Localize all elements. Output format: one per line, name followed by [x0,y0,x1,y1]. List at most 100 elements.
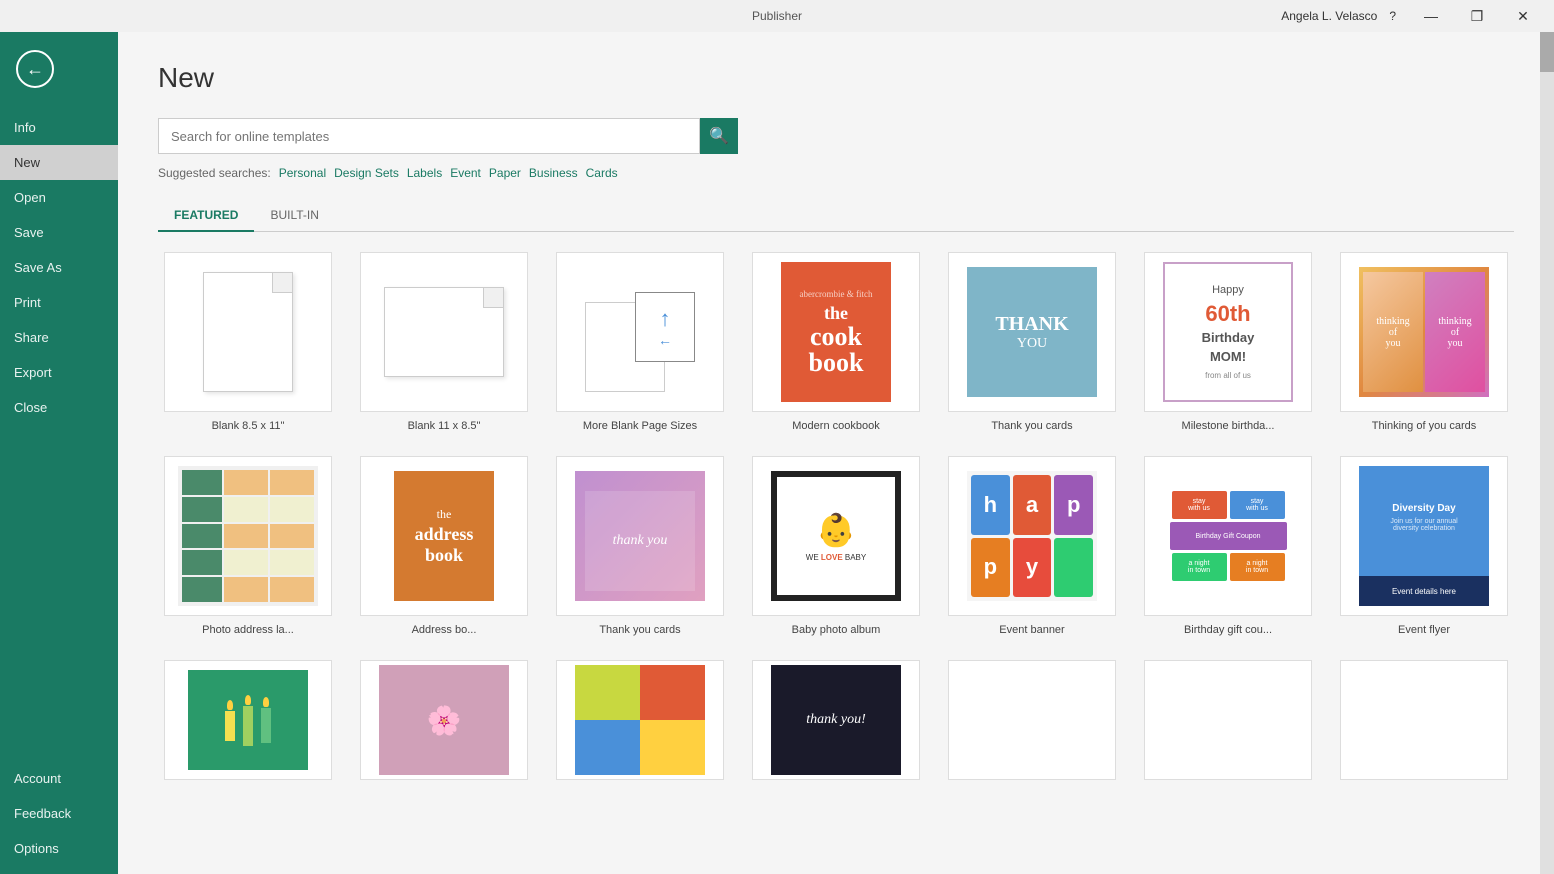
app-layout: ← Info New Open Save Save As Print Share [0,32,1554,874]
template-label-blank-landscape: Blank 11 x 8.5" [408,420,481,432]
suggested-labels[interactable]: Labels [407,166,442,180]
template-more-blank[interactable]: ↑ ← More Blank Page Sizes [550,252,730,432]
sidebar-item-open[interactable]: Open [0,180,118,215]
template-blank6[interactable] [1138,660,1318,788]
template-thumb-colorful [556,660,724,780]
tabs-container: FEATURED BUILT-IN [158,200,1514,232]
template-label-baby: Baby photo album [792,624,881,636]
template-event-banner[interactable]: h a p p y Event banner [942,456,1122,636]
template-thinking[interactable]: thinkingofyou thinkingofyou Thinking of … [1334,252,1514,432]
template-label-addrbook: Address bo... [412,624,477,636]
minimize-button[interactable]: — [1408,0,1454,32]
template-blank5[interactable] [942,660,1122,788]
search-container: 🔍 [158,118,738,154]
search-button[interactable]: 🔍 [700,118,738,154]
template-cookbook[interactable]: abercrombie & fitch the cook book Modern… [746,252,926,432]
restore-button[interactable]: ❐ [1454,0,1500,32]
titlebar-right: Angela L. Velasco ? — ❐ ✕ [1281,0,1546,32]
sidebar-item-save[interactable]: Save [0,215,118,250]
sidebar-item-options[interactable]: Options [0,831,118,866]
template-grid-row2: Photo address la... the address book Add… [158,456,1514,636]
template-thumb-blank5 [948,660,1116,780]
template-thankyou[interactable]: THANK YOU Thank you cards [942,252,1122,432]
suggested-cards[interactable]: Cards [586,166,618,180]
template-baby[interactable]: 👶 WE LOVE BABY Baby photo album [746,456,926,636]
template-label-event-banner: Event banner [999,624,1064,636]
template-thumb-blank7 [1340,660,1508,780]
template-gift[interactable]: staywith us staywith us Birthday Gift Co… [1138,456,1318,636]
template-dark-ty[interactable]: thank you! [746,660,926,788]
template-label-gift: Birthday gift cou... [1184,624,1272,636]
template-label-cookbook: Modern cookbook [792,420,879,432]
template-label-blank-portrait: Blank 8.5 x 11" [212,420,285,432]
template-milestone[interactable]: Happy 60th Birthday MOM! from all of us … [1138,252,1318,432]
suggested-personal[interactable]: Personal [279,166,326,180]
app-title: Publisher [752,9,802,23]
template-thumb-addrbook: the address book [360,456,528,616]
template-label-thinking: Thinking of you cards [1372,420,1477,432]
back-circle-icon: ← [16,50,54,88]
template-thumb-cookbook: abercrombie & fitch the cook book [752,252,920,412]
suggested-paper[interactable]: Paper [489,166,521,180]
sidebar-item-account[interactable]: Account [0,761,118,796]
sidebar-item-feedback[interactable]: Feedback [0,796,118,831]
template-thankyou2[interactable]: thank you Thank you cards [550,456,730,636]
template-grid-row3: 🌸 thank [158,660,1514,788]
template-thumb-milestone: Happy 60th Birthday MOM! from all of us [1144,252,1312,412]
help-button[interactable]: ? [1389,9,1396,23]
suggested-label: Suggested searches: [158,166,271,180]
template-thumb-gift: staywith us staywith us Birthday Gift Co… [1144,456,1312,616]
sidebar-nav: Info New Open Save Save As Print Share E… [0,110,118,761]
suggested-business[interactable]: Business [529,166,578,180]
close-button[interactable]: ✕ [1500,0,1546,32]
page-title: New [158,62,1514,94]
template-thumb-thankyou2: thank you [556,456,724,616]
sidebar: ← Info New Open Save Save As Print Share [0,32,118,874]
template-thumb-more-blank: ↑ ← [556,252,724,412]
template-blank-landscape[interactable]: Blank 11 x 8.5" [354,252,534,432]
suggested-event[interactable]: Event [450,166,481,180]
sidebar-item-share[interactable]: Share [0,320,118,355]
template-blank-portrait[interactable]: Blank 8.5 x 11" [158,252,338,432]
template-label-milestone: Milestone birthda... [1182,420,1275,432]
search-input[interactable] [158,118,700,154]
sidebar-item-print[interactable]: Print [0,285,118,320]
template-thumb-photo-collage: 🌸 [360,660,528,780]
template-thumb-event-banner: h a p p y [948,456,1116,616]
scrollbar-thumb[interactable] [1540,32,1554,72]
template-thumb-diversity: Diversity Day Join us for our annualdive… [1340,456,1508,616]
template-label-photo-addr: Photo address la... [202,624,294,636]
sidebar-bottom: Account Feedback Options [0,761,118,874]
tab-builtin[interactable]: BUILT-IN [254,200,334,232]
scrollbar-track[interactable] [1540,32,1554,874]
template-thumb-baby: 👶 WE LOVE BABY [752,456,920,616]
template-thumb-thinking: thinkingofyou thinkingofyou [1340,252,1508,412]
user-name: Angela L. Velasco [1281,9,1377,23]
tab-featured[interactable]: FEATURED [158,200,254,232]
sidebar-item-new[interactable]: New [0,145,118,180]
template-photo-addr[interactable]: Photo address la... [158,456,338,636]
sidebar-item-export[interactable]: Export [0,355,118,390]
template-photo-collage[interactable]: 🌸 [354,660,534,788]
template-thumb-blank-landscape [360,252,528,412]
suggested-designsets[interactable]: Design Sets [334,166,399,180]
template-colorful[interactable] [550,660,730,788]
sidebar-item-saveas[interactable]: Save As [0,250,118,285]
template-candles[interactable] [158,660,338,788]
main-content: New 🔍 Suggested searches: Personal Desig… [118,32,1554,874]
suggested-searches: Suggested searches: Personal Design Sets… [158,166,1514,180]
template-thumb-candles [164,660,332,780]
window-controls: — ❐ ✕ [1408,0,1546,32]
back-button[interactable]: ← [8,42,62,96]
sidebar-item-info[interactable]: Info [0,110,118,145]
search-icon: 🔍 [709,126,729,146]
template-thumb-blank-portrait [164,252,332,412]
template-label-thankyou2: Thank you cards [599,624,680,636]
template-label-diversity: Event flyer [1398,624,1450,636]
template-blank7[interactable] [1334,660,1514,788]
template-thumb-photo-addr [164,456,332,616]
titlebar: Publisher Angela L. Velasco ? — ❐ ✕ [0,0,1554,32]
template-diversity[interactable]: Diversity Day Join us for our annualdive… [1334,456,1514,636]
template-addrbook[interactable]: the address book Address bo... [354,456,534,636]
sidebar-item-close[interactable]: Close [0,390,118,425]
